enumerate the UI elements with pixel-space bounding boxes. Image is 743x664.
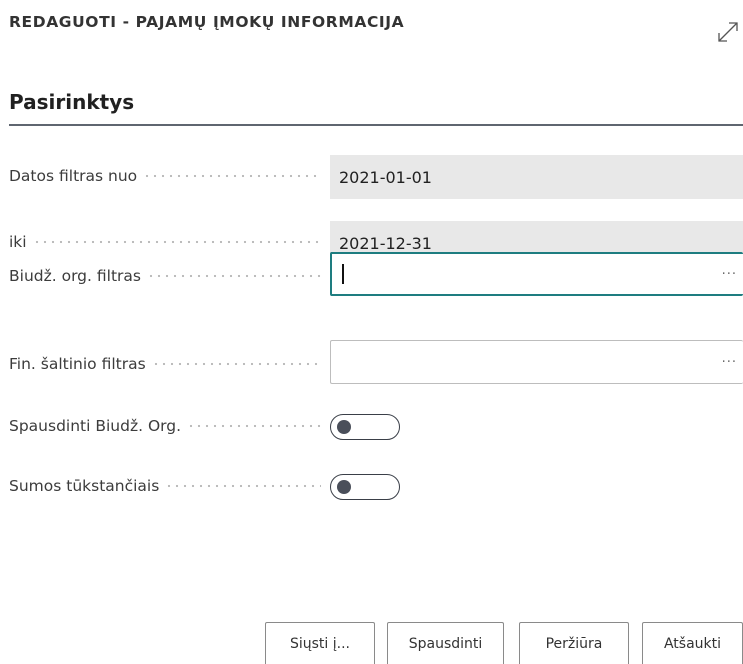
lookup-ellipsis-button[interactable]: ··· bbox=[722, 254, 737, 294]
amounts-thousands-label: Sumos tūkstančiais bbox=[9, 470, 321, 502]
section-title-options: Pasirinktys bbox=[9, 90, 135, 114]
print-budget-org-toggle[interactable] bbox=[330, 414, 400, 440]
budget-org-filter-label-row: ··· bbox=[9, 252, 743, 324]
date-to-label-text: iki bbox=[9, 233, 27, 251]
date-from-label: Datos filtras nuo bbox=[9, 160, 321, 192]
date-from-row: Datos filtras nuo 2021-01-01 bbox=[9, 155, 743, 199]
date-to-label: iki bbox=[9, 226, 321, 258]
print-budget-org-label-text: Spausdinti Biudž. Org. bbox=[9, 417, 182, 435]
lookup-ellipsis-button[interactable]: ··· bbox=[722, 341, 737, 383]
dialog-title: REDAGUOTI - PAJAMŲ ĮMOKŲ INFORMACIJA bbox=[9, 13, 405, 31]
print-budget-org-label: Spausdinti Biudž. Org. bbox=[9, 410, 321, 442]
budget-org-filter-label: Biudž. org. filtras bbox=[9, 260, 321, 292]
expand-arrows-icon[interactable] bbox=[716, 20, 740, 44]
toggle-knob bbox=[337, 480, 351, 494]
amounts-thousands-toggle[interactable] bbox=[330, 474, 400, 500]
budget-org-filter-input[interactable]: ··· bbox=[330, 252, 743, 296]
print-budget-org-row: Spausdinti Biudž. Org. bbox=[9, 410, 743, 442]
leader-dots bbox=[143, 174, 321, 178]
leader-dots bbox=[146, 274, 321, 278]
fin-source-filter-label: Fin. šaltinio filtras bbox=[9, 348, 321, 380]
toggle-knob bbox=[337, 420, 351, 434]
leader-dots bbox=[165, 484, 321, 488]
cancel-button[interactable]: Atšaukti bbox=[642, 622, 743, 664]
send-to-button[interactable]: Siųsti į... bbox=[265, 622, 375, 664]
amounts-thousands-row: Sumos tūkstančiais bbox=[9, 470, 743, 502]
print-button[interactable]: Spausdinti bbox=[387, 622, 504, 664]
fin-source-filter-label-text: Fin. šaltinio filtras bbox=[9, 355, 146, 373]
leader-dots bbox=[151, 362, 321, 366]
date-from-field[interactable]: 2021-01-01 bbox=[330, 155, 743, 199]
amounts-thousands-label-text: Sumos tūkstančiais bbox=[9, 477, 160, 495]
leader-dots bbox=[32, 240, 321, 244]
section-divider bbox=[9, 124, 743, 126]
date-from-label-text: Datos filtras nuo bbox=[9, 167, 138, 185]
fin-source-filter-input[interactable]: ··· bbox=[330, 340, 743, 384]
leader-dots bbox=[187, 424, 321, 428]
text-caret bbox=[342, 264, 344, 284]
report-request-dialog: REDAGUOTI - PAJAMŲ ĮMOKŲ INFORMACIJA Pas… bbox=[0, 0, 743, 664]
preview-button[interactable]: Peržiūra bbox=[519, 622, 629, 664]
budget-org-filter-label-text: Biudž. org. filtras bbox=[9, 267, 141, 285]
fin-source-filter-row: Fin. šaltinio filtras ··· bbox=[9, 340, 743, 384]
